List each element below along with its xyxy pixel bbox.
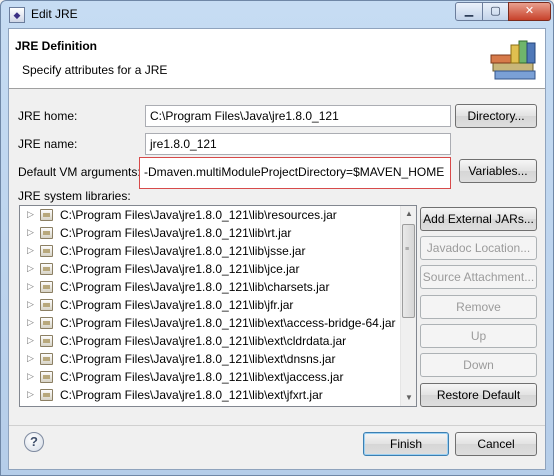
expand-arrow-icon[interactable]: ▷ — [27, 281, 34, 292]
library-path: C:\Program Files\Java\jre1.8.0_121\lib\e… — [60, 334, 347, 348]
maximize-button[interactable]: ▢ — [482, 2, 509, 21]
expand-arrow-icon[interactable]: ▷ — [27, 389, 34, 400]
remove-button[interactable]: Remove — [420, 295, 537, 319]
expand-arrow-icon[interactable]: ▷ — [27, 317, 34, 328]
jar-icon — [40, 353, 53, 365]
dialog-header: JRE Definition Specify attributes for a … — [9, 29, 545, 89]
list-item[interactable]: ▷ C:\Program Files\Java\jre1.8.0_121\lib\… — [20, 260, 400, 278]
jar-icon — [40, 209, 53, 221]
footer-divider — [9, 425, 545, 426]
library-path: C:\Program Files\Java\jre1.8.0_121\lib\r… — [60, 226, 292, 240]
library-path: C:\Program Files\Java\jre1.8.0_121\lib\c… — [60, 280, 330, 294]
javadoc-location-button[interactable]: Javadoc Location... — [420, 236, 537, 260]
header-title: JRE Definition — [15, 39, 98, 53]
minimize-icon: ▁ — [464, 5, 474, 17]
jar-icon — [40, 227, 53, 239]
library-path: C:\Program Files\Java\jre1.8.0_121\lib\r… — [60, 208, 337, 222]
library-path: C:\Program Files\Java\jre1.8.0_121\lib\j… — [60, 298, 294, 312]
expand-arrow-icon[interactable]: ▷ — [27, 227, 34, 238]
jre-name-label: JRE name: — [18, 137, 78, 151]
vm-arguments-label: Default VM arguments: — [18, 165, 141, 179]
jar-icon — [40, 263, 53, 275]
thumb-grip-icon: ≡ — [405, 246, 410, 253]
library-books-icon — [490, 40, 536, 80]
finish-button[interactable]: Finish — [363, 432, 449, 456]
expand-arrow-icon[interactable]: ▷ — [27, 353, 34, 364]
jar-icon — [40, 317, 53, 329]
library-path: C:\Program Files\Java\jre1.8.0_121\lib\e… — [60, 352, 336, 366]
expand-arrow-icon[interactable]: ▷ — [27, 335, 34, 346]
jar-icon — [40, 299, 53, 311]
vertical-scrollbar[interactable]: ▲ ≡ ▼ — [400, 206, 416, 406]
jre-name-field[interactable]: jre1.8.0_121 — [145, 133, 451, 155]
list-item[interactable]: ▷ C:\Program Files\Java\jre1.8.0_121\lib\… — [20, 350, 400, 368]
down-button[interactable]: Down — [420, 353, 537, 377]
jre-libraries-list[interactable]: ▷ C:\Program Files\Java\jre1.8.0_121\lib\… — [19, 205, 417, 407]
jre-home-label: JRE home: — [18, 109, 78, 123]
library-path: C:\Program Files\Java\jre1.8.0_121\lib\j… — [60, 262, 300, 276]
variables-button[interactable]: Variables... — [459, 159, 537, 183]
dialog-body: JRE Definition Specify attributes for a … — [8, 28, 546, 470]
scroll-up-icon[interactable]: ▲ — [401, 206, 416, 222]
help-icon[interactable]: ? — [24, 432, 44, 452]
library-path: C:\Program Files\Java\jre1.8.0_121\lib\e… — [60, 388, 323, 402]
scroll-thumb[interactable] — [402, 224, 415, 318]
restore-default-button[interactable]: Restore Default — [420, 383, 537, 407]
jar-icon — [40, 281, 53, 293]
header-subtitle: Specify attributes for a JRE — [22, 63, 168, 77]
expand-arrow-icon[interactable]: ▷ — [27, 299, 34, 310]
list-item[interactable]: ▷ C:\Program Files\Java\jre1.8.0_121\lib\… — [20, 224, 400, 242]
list-item[interactable]: ▷ C:\Program Files\Java\jre1.8.0_121\lib\… — [20, 278, 400, 296]
expand-arrow-icon[interactable]: ▷ — [27, 245, 34, 256]
close-icon: ✕ — [524, 5, 535, 17]
source-attachment-button[interactable]: Source Attachment... — [420, 265, 537, 289]
library-path: C:\Program Files\Java\jre1.8.0_121\lib\j… — [60, 244, 306, 258]
scroll-down-icon[interactable]: ▼ — [401, 390, 416, 406]
add-external-jars-button[interactable]: Add External JARs... — [420, 207, 537, 231]
directory-button[interactable]: Directory... — [455, 104, 537, 128]
expand-arrow-icon[interactable]: ▷ — [27, 371, 34, 382]
minimize-button[interactable]: ▁ — [455, 2, 483, 21]
list-item[interactable]: ▷ C:\Program Files\Java\jre1.8.0_121\lib\… — [20, 242, 400, 260]
expand-arrow-icon[interactable]: ▷ — [27, 263, 34, 274]
vm-arguments-field[interactable]: -Dmaven.multiModuleProjectDirectory=$MAV… — [139, 157, 451, 189]
libraries-label: JRE system libraries: — [18, 189, 131, 203]
title-bar[interactable]: ◆ Edit JRE ▁ ▢ ✕ — [1, 1, 553, 27]
library-path: C:\Program Files\Java\jre1.8.0_121\lib\e… — [60, 316, 396, 330]
jar-icon — [40, 245, 53, 257]
window-title: Edit JRE — [31, 7, 78, 21]
cancel-button[interactable]: Cancel — [455, 432, 537, 456]
close-button[interactable]: ✕ — [508, 2, 551, 21]
jar-icon — [40, 389, 53, 401]
list-item[interactable]: ▷ C:\Program Files\Java\jre1.8.0_121\lib\… — [20, 314, 400, 332]
jar-icon — [40, 371, 53, 383]
expand-arrow-icon[interactable]: ▷ — [27, 209, 34, 220]
maximize-icon: ▢ — [490, 5, 501, 17]
list-item[interactable]: ▷ C:\Program Files\Java\jre1.8.0_121\lib\… — [20, 206, 400, 224]
list-item[interactable]: ▷ C:\Program Files\Java\jre1.8.0_121\lib\… — [20, 332, 400, 350]
up-button[interactable]: Up — [420, 324, 537, 348]
library-path: C:\Program Files\Java\jre1.8.0_121\lib\e… — [60, 370, 344, 384]
edit-jre-window: ◆ Edit JRE ▁ ▢ ✕ JRE Definition Specify … — [0, 0, 554, 476]
jre-home-field[interactable]: C:\Program Files\Java\jre1.8.0_121 — [145, 105, 451, 127]
list-item[interactable]: ▷ C:\Program Files\Java\jre1.8.0_121\lib\… — [20, 368, 400, 386]
jar-icon — [40, 335, 53, 347]
dialog-icon: ◆ — [9, 7, 25, 23]
list-item[interactable]: ▷ C:\Program Files\Java\jre1.8.0_121\lib\… — [20, 386, 400, 404]
list-item[interactable]: ▷ C:\Program Files\Java\jre1.8.0_121\lib\… — [20, 296, 400, 314]
